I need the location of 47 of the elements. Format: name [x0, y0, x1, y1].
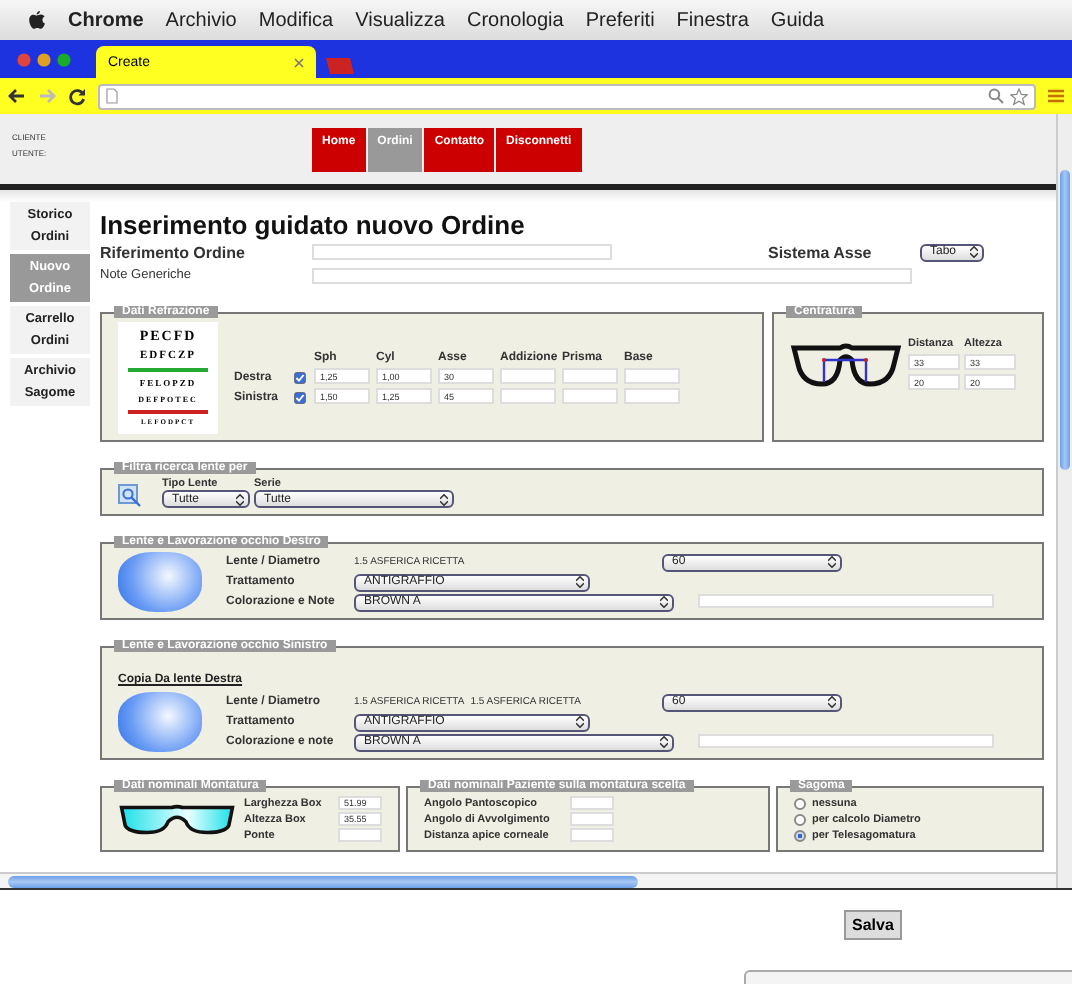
page-title: Inserimento guidato nuovo Ordine [100, 210, 527, 240]
field-label: Riferimento Ordine [100, 243, 247, 261]
select-arrows-icon [828, 556, 836, 568]
field-label: Sistema Asse [768, 243, 874, 261]
radio-button[interactable] [794, 830, 806, 842]
chart-rule [128, 409, 208, 414]
horizontal-scrollbar[interactable] [0, 872, 1056, 888]
apple-logo-icon [28, 10, 46, 30]
forward-icon[interactable] [38, 88, 56, 104]
search-icon [118, 484, 142, 508]
select-arrows-icon [660, 596, 668, 608]
menu-item[interactable]: Archivio [165, 9, 237, 31]
menu-icon[interactable] [1048, 88, 1064, 104]
select-arrows-icon [236, 493, 244, 505]
glasses-drawing [790, 340, 902, 388]
address-bar[interactable] [98, 83, 1036, 109]
select-arrows-icon [970, 246, 978, 258]
lens-drawing [118, 552, 202, 612]
window-controls-icon [16, 52, 72, 68]
reload-icon[interactable] [68, 87, 86, 105]
star-icon[interactable] [1010, 87, 1028, 105]
menu-item[interactable]: Cronologia [466, 9, 564, 31]
zoom-icon[interactable] [988, 87, 1004, 103]
select-arrows-icon [660, 736, 668, 748]
save-button[interactable]: Salva [844, 910, 902, 940]
back-icon[interactable] [8, 88, 26, 104]
menu-item[interactable]: Guida [770, 9, 825, 31]
menu-item[interactable]: Visualizza [355, 9, 445, 31]
radio-button[interactable] [794, 814, 806, 826]
checkbox[interactable] [294, 372, 306, 384]
menu-item[interactable]: Finestra [676, 9, 749, 31]
menu-item[interactable]: Modifica [258, 9, 334, 31]
select-arrows-icon [440, 493, 448, 505]
menu-item[interactable]: Chrome [68, 9, 144, 31]
select-arrows-icon [576, 716, 584, 728]
radio-button[interactable] [794, 798, 806, 810]
page-icon [106, 88, 118, 104]
close-icon[interactable] [294, 57, 304, 67]
vertical-scrollbar[interactable] [1056, 114, 1072, 888]
select-arrows-icon [576, 576, 584, 588]
glasses-drawing [118, 801, 236, 837]
select-arrows-icon [828, 696, 836, 708]
new-tab-icon[interactable] [324, 58, 356, 74]
menu-item[interactable]: Preferiti [585, 9, 655, 31]
lens-drawing [118, 692, 202, 752]
chart-rule [128, 368, 208, 373]
checkbox[interactable] [294, 392, 306, 404]
